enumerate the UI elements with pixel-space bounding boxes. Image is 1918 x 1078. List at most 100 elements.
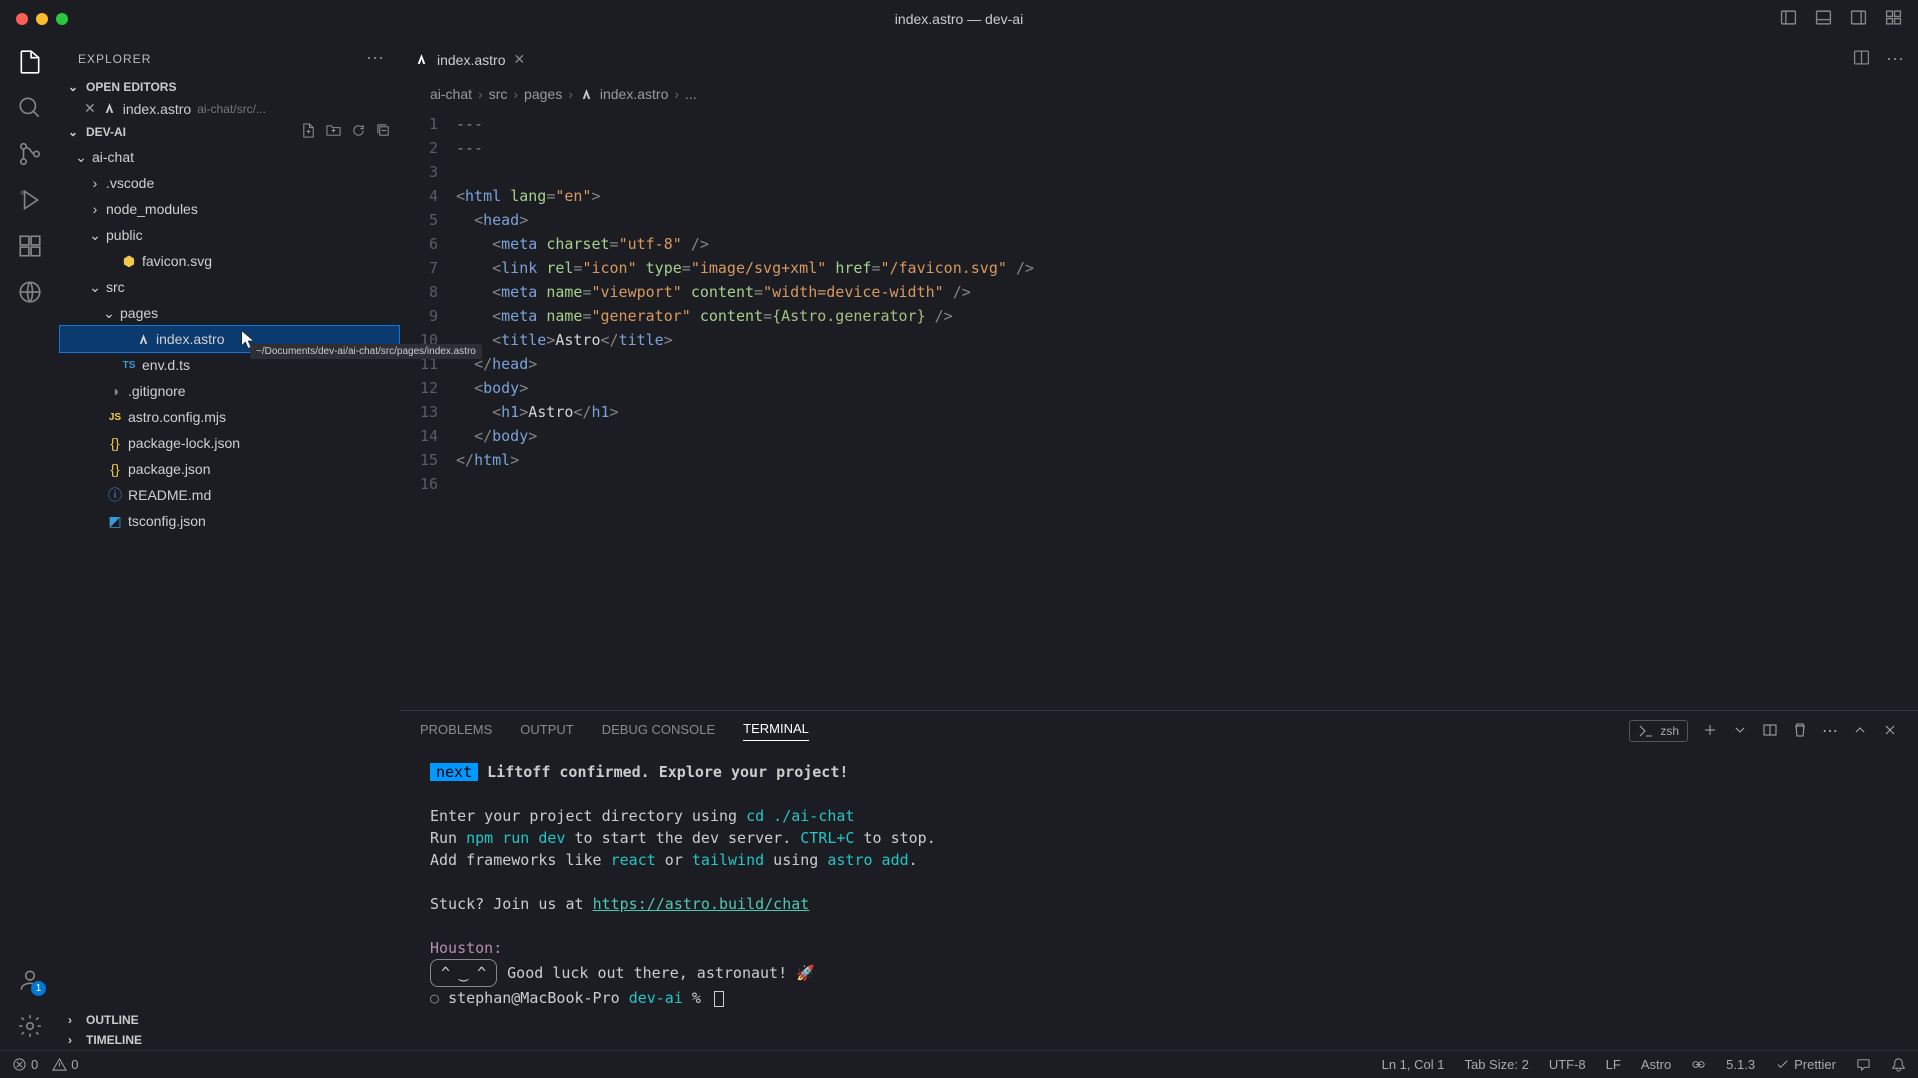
status-errors[interactable]: 0	[12, 1057, 38, 1072]
breadcrumb-segment[interactable]: pages	[524, 86, 562, 102]
sidebar-more-icon[interactable]: ⋯	[366, 48, 385, 69]
accounts-icon[interactable]: 1	[16, 966, 44, 994]
breadcrumb-segment[interactable]: index.astro	[600, 86, 668, 102]
bottom-panel: PROBLEMS OUTPUT DEBUG CONSOLE TERMINAL z…	[400, 710, 1918, 1050]
maximize-window-icon[interactable]	[56, 13, 68, 25]
toggle-secondary-sidebar-icon[interactable]	[1850, 9, 1867, 29]
refresh-icon[interactable]	[351, 123, 366, 141]
status-feedback-icon[interactable]	[1856, 1057, 1871, 1072]
tab-output[interactable]: OUTPUT	[520, 722, 573, 741]
open-editors-header[interactable]: ⌄ OPEN EDITORS	[60, 77, 399, 97]
json-file-icon: {}	[106, 461, 124, 477]
file-astro-config[interactable]: JSastro.config.mjs	[60, 404, 399, 430]
file-readme[interactable]: ⓘREADME.md	[60, 482, 399, 508]
new-terminal-icon[interactable]	[1702, 722, 1718, 741]
timeline-label: TIMELINE	[86, 1033, 142, 1047]
terminal-output[interactable]: next Liftoff confirmed. Explore your pro…	[400, 751, 1918, 1050]
collapse-all-icon[interactable]	[376, 123, 391, 141]
tab-index-astro[interactable]: index.astro ✕	[400, 38, 539, 80]
open-editor-item[interactable]: ✕ index.astro ai-chat/src/...	[60, 97, 399, 120]
status-copilot-icon[interactable]	[1691, 1057, 1706, 1072]
source-control-icon[interactable]	[16, 140, 44, 168]
status-encoding[interactable]: UTF-8	[1549, 1057, 1586, 1072]
chevron-right-icon: ›	[68, 1033, 82, 1047]
chevron-right-icon: ›	[88, 175, 102, 191]
minimize-window-icon[interactable]	[36, 13, 48, 25]
workspace-header[interactable]: ⌄ DEV-AI	[60, 120, 399, 144]
close-icon[interactable]: ✕	[84, 100, 96, 117]
tab-problems[interactable]: PROBLEMS	[420, 722, 492, 741]
file-gitignore[interactable]: ◑.gitignore	[60, 378, 399, 404]
folder-src[interactable]: ⌄src	[60, 274, 399, 300]
titlebar: index.astro — dev-ai	[0, 0, 1918, 38]
extensions-icon[interactable]	[16, 232, 44, 260]
terminal-link[interactable]: https://astro.build/chat	[593, 895, 810, 913]
split-editor-icon[interactable]	[1853, 49, 1870, 69]
outline-label: OUTLINE	[86, 1013, 139, 1027]
panel-more-icon[interactable]: ⋯	[1822, 721, 1838, 741]
terminal-dropdown-icon[interactable]	[1732, 722, 1748, 741]
explorer-sidebar: EXPLORER ⋯ ⌄ OPEN EDITORS ✕ index.astro …	[60, 38, 400, 1050]
astro-file-icon	[414, 52, 429, 67]
explorer-icon[interactable]	[16, 48, 44, 76]
breadcrumb[interactable]: ai-chat› src› pages› index.astro› ...	[400, 80, 1918, 112]
open-editors-label: OPEN EDITORS	[86, 80, 176, 94]
tab-terminal[interactable]: TERMINAL	[743, 721, 809, 741]
chevron-down-icon: ⌄	[68, 125, 82, 139]
panel-tabs: PROBLEMS OUTPUT DEBUG CONSOLE TERMINAL z…	[400, 711, 1918, 751]
code-editor[interactable]: 12345678910111213141516 --- --- <html la…	[400, 112, 1918, 710]
close-panel-icon[interactable]	[1882, 722, 1898, 741]
file-tsconfig[interactable]: ◩tsconfig.json	[60, 508, 399, 534]
toggle-primary-sidebar-icon[interactable]	[1780, 9, 1797, 29]
split-terminal-icon[interactable]	[1762, 722, 1778, 741]
ts-file-icon: TS	[120, 360, 138, 371]
kill-terminal-icon[interactable]	[1792, 722, 1808, 741]
status-tab-size[interactable]: Tab Size: 2	[1464, 1057, 1528, 1072]
file-package-lock[interactable]: {}package-lock.json	[60, 430, 399, 456]
terminal-text: Liftoff confirmed. Explore your project!	[487, 763, 848, 781]
json-file-icon: {}	[106, 435, 124, 451]
houston-face-icon: ^ ‿ ^	[430, 959, 497, 987]
search-icon[interactable]	[16, 94, 44, 122]
breadcrumb-segment[interactable]: ...	[685, 86, 697, 102]
run-debug-icon[interactable]	[16, 186, 44, 214]
toggle-panel-icon[interactable]	[1815, 9, 1832, 29]
code-content[interactable]: --- --- <html lang="en"> <head> <meta ch…	[456, 112, 1918, 710]
new-folder-icon[interactable]	[326, 123, 341, 141]
status-cursor-position[interactable]: Ln 1, Col 1	[1382, 1057, 1445, 1072]
folder-public[interactable]: ⌄public	[60, 222, 399, 248]
tab-debug-console[interactable]: DEBUG CONSOLE	[602, 722, 715, 741]
remote-icon[interactable]	[16, 278, 44, 306]
editor-area: index.astro ✕ ⋯ ai-chat› src› pages› ind…	[400, 38, 1918, 1050]
close-window-icon[interactable]	[16, 13, 28, 25]
customize-layout-icon[interactable]	[1885, 9, 1902, 29]
folder-pages[interactable]: ⌄pages	[60, 300, 399, 326]
folder-vscode[interactable]: ›.vscode	[60, 170, 399, 196]
open-editor-filename: index.astro	[123, 101, 191, 117]
close-tab-icon[interactable]: ✕	[513, 51, 525, 68]
breadcrumb-segment[interactable]: ai-chat	[430, 86, 472, 102]
file-package-json[interactable]: {}package.json	[60, 456, 399, 482]
folder-node-modules[interactable]: ›node_modules	[60, 196, 399, 222]
file-favicon[interactable]: ⬢favicon.svg	[60, 248, 399, 274]
file-tree: ⌄ai-chat ›.vscode ›node_modules ⌄public …	[60, 144, 399, 542]
status-version[interactable]: 5.1.3	[1726, 1057, 1755, 1072]
timeline-header[interactable]: › TIMELINE	[60, 1030, 399, 1050]
terminal-shell-selector[interactable]: zsh	[1629, 720, 1688, 742]
outline-header[interactable]: ›OUTLINE	[60, 1010, 399, 1030]
chevron-down-icon: ⌄	[68, 80, 82, 94]
sidebar-title: EXPLORER	[78, 52, 151, 66]
maximize-panel-icon[interactable]	[1852, 722, 1868, 741]
status-eol[interactable]: LF	[1606, 1057, 1621, 1072]
status-warnings[interactable]: 0	[52, 1057, 78, 1072]
window-controls	[16, 13, 68, 25]
activity-bar: 1	[0, 38, 60, 1050]
settings-gear-icon[interactable]	[16, 1012, 44, 1040]
status-notifications-icon[interactable]	[1891, 1057, 1906, 1072]
more-actions-icon[interactable]: ⋯	[1886, 49, 1904, 70]
folder-ai-chat[interactable]: ⌄ai-chat	[60, 144, 399, 170]
new-file-icon[interactable]	[301, 123, 316, 141]
status-language[interactable]: Astro	[1641, 1057, 1671, 1072]
status-prettier[interactable]: Prettier	[1775, 1057, 1836, 1072]
breadcrumb-segment[interactable]: src	[489, 86, 508, 102]
